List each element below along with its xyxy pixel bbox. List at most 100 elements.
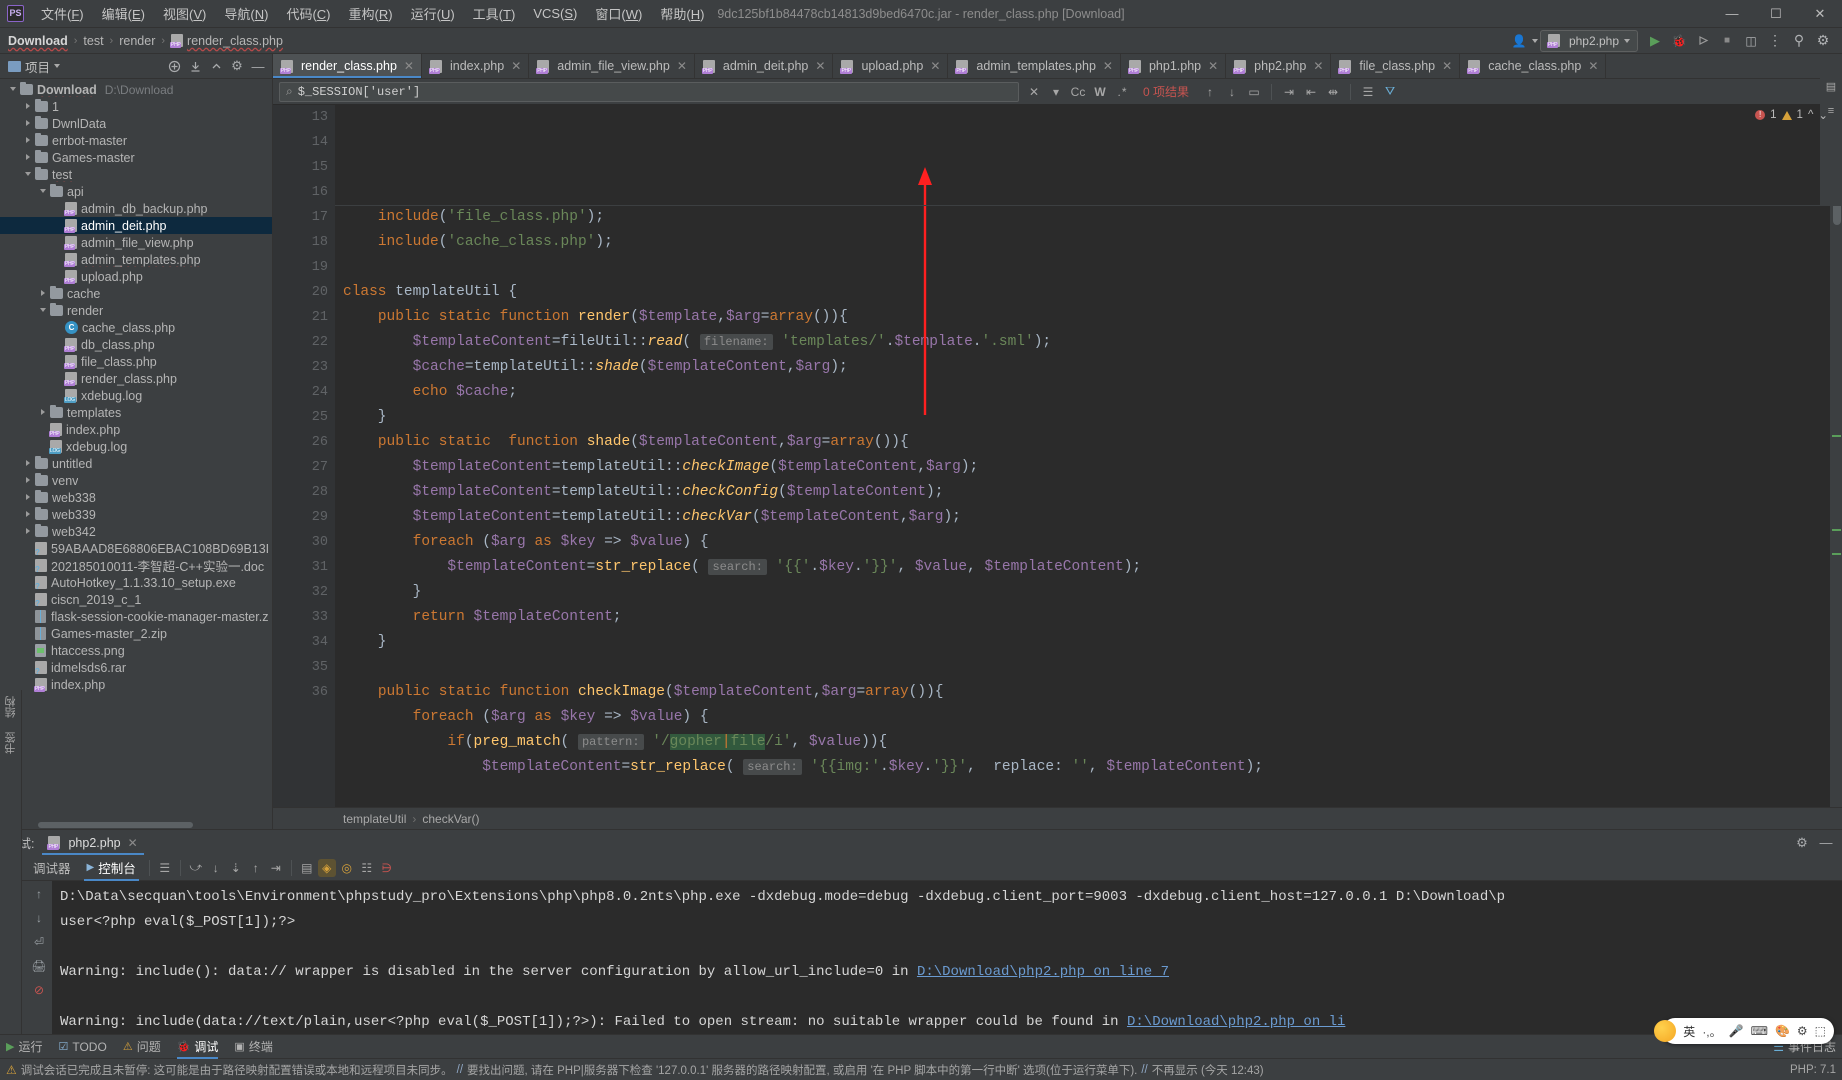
change-marker[interactable] [1832, 553, 1841, 555]
breadcrumb-item-0[interactable]: Download [8, 34, 68, 48]
close-icon[interactable]: ✕ [511, 59, 521, 73]
step-over-icon[interactable]: ⤻ [187, 859, 205, 877]
run-to-cursor-icon[interactable]: ⇥ [267, 859, 285, 877]
code-line[interactable]: $templateContent=templateUtil::checkConf… [343, 480, 1830, 505]
hide-sidebar-icon[interactable]: — [248, 56, 268, 76]
ime-voice-icon[interactable]: 🎤 [1729, 1024, 1744, 1038]
line-number-gutter[interactable]: 13 14 15 16 17 18 19 20 21 22 23 24 25 26 27 28 29 30 31 32… [273, 105, 347, 807]
collapse-all-icon[interactable] [185, 56, 205, 76]
line-number[interactable]: 27 [273, 455, 345, 480]
project-tree[interactable]: Download D:\Download 1 DwnlData errbot-maste… [0, 79, 272, 821]
menu-navigate[interactable]: 导航(N) [215, 0, 277, 27]
editor-tab[interactable]: file_class.php ✕ [1331, 54, 1461, 78]
line-number[interactable]: 25 [273, 405, 335, 430]
tree-row[interactable]: upload.php [0, 268, 272, 285]
code-line[interactable]: } [343, 630, 1830, 655]
editor-marker-bar[interactable] [1830, 105, 1842, 807]
menu-code[interactable]: 代码(C) [277, 0, 339, 27]
code-line[interactable] [343, 180, 1830, 205]
tree-row[interactable]: xdebug.log [0, 438, 272, 455]
inspection-summary[interactable]: ! 1 1 ^ ⌄ [1755, 108, 1828, 122]
editor-tab[interactable]: render_class.php ✕ [273, 54, 422, 78]
ime-logo-icon[interactable] [1654, 1020, 1677, 1042]
debug-settings-gear-icon[interactable]: ⚙ [1792, 833, 1812, 853]
code-line[interactable]: } [343, 405, 1830, 430]
tree-row[interactable]: 202185010011-李智超-C++实验一.doc [0, 557, 272, 574]
editor-tab-bar[interactable]: render_class.php✕index.php✕admin_file_vi… [273, 54, 1842, 79]
line-number[interactable]: 33 [273, 605, 345, 630]
tree-row[interactable]: Download D:\Download [0, 81, 272, 98]
scroll-up-icon[interactable] [206, 56, 226, 76]
code-line[interactable]: public static function shade($templateCo… [343, 430, 1830, 455]
code-line[interactable]: $cache=templateUtil::shade($templateCont… [343, 355, 1830, 380]
ime-keyboard-icon[interactable]: ⌨ [1751, 1024, 1768, 1038]
step-into-icon[interactable]: ↓ [207, 859, 225, 877]
step-out-icon[interactable]: ↑ [247, 859, 265, 877]
sidebar-title-group[interactable]: 项目 [4, 57, 64, 76]
chevron-right-icon[interactable] [23, 152, 34, 163]
scroll-up-icon[interactable]: ↑ [36, 887, 42, 901]
clear-search-icon[interactable]: ✕ [1025, 83, 1043, 101]
close-icon[interactable]: ✕ [1208, 59, 1218, 73]
close-icon[interactable]: ✕ [1442, 59, 1452, 73]
line-number[interactable]: 18 [273, 230, 345, 255]
tree-row[interactable]: render [0, 302, 272, 319]
tree-row[interactable]: errbot-master [0, 132, 272, 149]
tree-row[interactable]: Ccache_class.php [0, 319, 272, 336]
run-button[interactable]: ▶ [1644, 30, 1666, 52]
filter-icon[interactable]: ⛛ [1381, 83, 1399, 101]
soft-wrap-icon[interactable]: ⏎ [34, 935, 44, 949]
close-icon[interactable]: ✕ [815, 59, 825, 73]
view-breakpoints-icon[interactable]: ◎ [338, 859, 356, 877]
chevron-down-icon[interactable] [8, 84, 19, 95]
user-chevron-down-icon[interactable] [1531, 38, 1538, 43]
line-number[interactable]: 23 [273, 355, 345, 380]
code-line[interactable]: foreach ($arg as $key => $value) { [343, 530, 1830, 555]
tree-row[interactable]: web339 [0, 506, 272, 523]
expand-icon[interactable] [164, 56, 184, 76]
chevron-right-icon[interactable] [23, 526, 34, 537]
menu-run[interactable]: 运行(U) [402, 0, 464, 27]
line-number[interactable]: 32 [273, 580, 335, 605]
tree-row[interactable]: untitled [0, 455, 272, 472]
editor-tab[interactable]: upload.php ✕ [833, 54, 949, 78]
chevron-right-icon[interactable] [23, 135, 34, 146]
open-in-find-window-icon[interactable]: ▭ [1245, 83, 1263, 101]
match-case-icon[interactable]: Cc [1069, 83, 1087, 101]
select-all-occurrences-icon[interactable]: ⇥ [1280, 83, 1298, 101]
ime-language[interactable]: 英 [1683, 1023, 1695, 1040]
line-number[interactable]: 34 [273, 630, 345, 655]
whole-words-icon[interactable]: W [1091, 83, 1109, 101]
line-number[interactable]: 19 [273, 255, 335, 280]
console-file-link[interactable]: D:\Download\php2.php on line 7 [917, 964, 1169, 980]
line-number[interactable]: 21 [273, 305, 335, 330]
code-line[interactable]: if(preg_match( pattern: '/gopher|file/i'… [343, 730, 1830, 755]
code-line[interactable]: $templateContent=fileUtil::read( filenam… [343, 330, 1830, 355]
mute-breakpoints-icon[interactable]: ◈ [317, 858, 336, 877]
menu-view[interactable]: 视图(V) [154, 0, 215, 27]
code-line[interactable] [343, 655, 1830, 680]
ime-settings-icon[interactable]: ⚙ [1797, 1024, 1808, 1038]
evaluate-expression-icon[interactable]: ▤ [298, 859, 316, 877]
tree-row[interactable]: admin_templates.php [0, 251, 272, 268]
menu-refactor[interactable]: 重构(R) [340, 0, 402, 27]
close-icon[interactable]: ✕ [1313, 59, 1323, 73]
debug-console-output[interactable]: D:\Data\secquan\tools\Environment\phpstu… [52, 881, 1842, 1034]
sidebar-settings-gear-icon[interactable]: ⚙ [227, 56, 247, 76]
code-line[interactable]: public static function checkImage($templ… [343, 680, 1830, 705]
close-icon[interactable]: ✕ [1588, 59, 1598, 73]
tab-console[interactable]: ▶ 控制台 [80, 855, 143, 881]
menu-vcs[interactable]: VCS(S) [524, 2, 586, 25]
editor-tab[interactable]: index.php ✕ [421, 54, 530, 78]
code-line[interactable] [343, 255, 1830, 280]
frames-icon[interactable]: ☰ [156, 859, 174, 877]
sidebar-horizontal-scrollbar[interactable] [0, 821, 272, 829]
filter-out-icon[interactable]: ⇹ [1324, 83, 1342, 101]
line-number[interactable]: 29 [273, 505, 345, 530]
editor-tab[interactable]: php1.php ✕ [1120, 54, 1227, 78]
code-line[interactable]: include('cache_class.php'); [343, 230, 1830, 255]
chevron-right-icon[interactable] [38, 407, 49, 418]
code-line[interactable]: $templateContent=templateUtil::checkImag… [343, 455, 1830, 480]
maximize-button[interactable]: ☐ [1754, 0, 1798, 27]
more-icon[interactable]: ⋮ [1764, 30, 1786, 52]
